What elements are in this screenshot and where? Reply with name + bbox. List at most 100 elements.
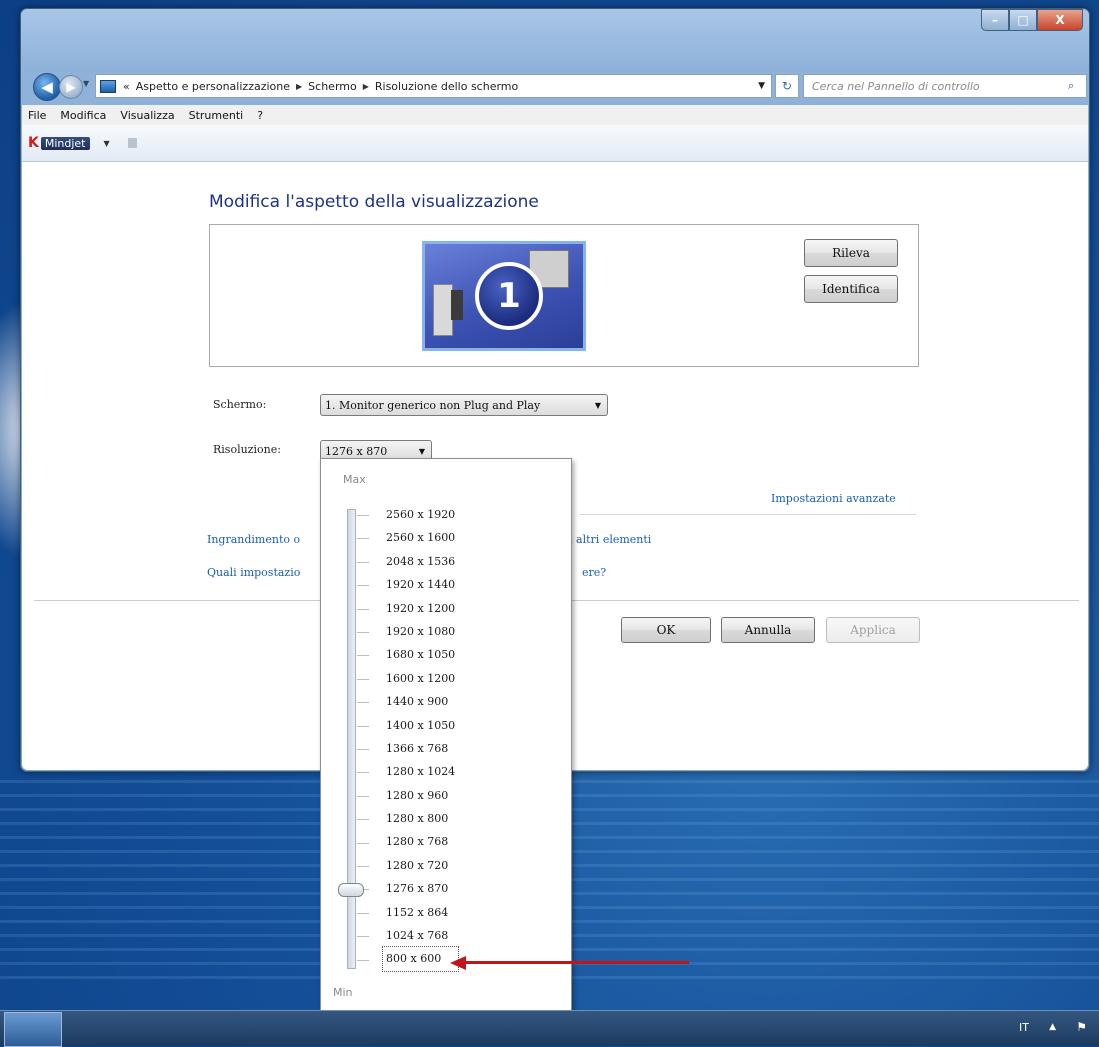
action-center-flag-icon[interactable]: ⚑ (1076, 1020, 1087, 1034)
toolbar-dropdown-icon[interactable]: ▼ (104, 139, 110, 148)
advanced-settings-link[interactable]: Impostazioni avanzate (771, 492, 896, 505)
enlarge-text-link-end[interactable]: di altri elementi (562, 533, 651, 546)
breadcrumb-resolution[interactable]: Risoluzione dello schermo (375, 80, 518, 93)
resolution-option[interactable]: 1680 x 1050 (383, 643, 458, 666)
resolution-option[interactable]: 2560 x 1920 (383, 503, 458, 526)
monitor-1-tile[interactable]: 1 (422, 241, 586, 351)
resolution-option[interactable]: 1600 x 1200 (383, 667, 458, 690)
resolution-dropdown: Max 2560 x 1920 2560 x 1600 2048 x 1536 192… (320, 458, 572, 1012)
breadcrumb-appearance[interactable]: Aspetto e personalizzazione (136, 80, 290, 93)
mini-window-icon (433, 284, 453, 336)
resolution-option[interactable]: 1920 x 1080 (383, 620, 458, 643)
annotation-arrow-icon (450, 956, 466, 970)
resolution-option[interactable]: 1920 x 1200 (383, 597, 458, 620)
max-label: Max (343, 473, 366, 486)
slider-tick (357, 538, 369, 540)
breadcrumb-separator-icon[interactable]: ▶ (296, 82, 302, 91)
chevron-down-icon: ▼ (594, 400, 601, 410)
resolution-option[interactable]: 1440 x 900 (383, 690, 458, 713)
taskbar: IT ▲ ⚑ (0, 1010, 1099, 1047)
resolution-option[interactable]: 1024 x 768 (383, 924, 458, 947)
slider-tick (357, 912, 369, 914)
address-overflow[interactable]: « (123, 80, 130, 93)
menu-visualizza[interactable]: Visualizza (120, 109, 174, 122)
search-input[interactable] (804, 78, 1068, 94)
screen-select-value: 1. Monitor generico non Plug and Play (325, 398, 541, 412)
display-preview: 1 Rileva Identifica (209, 224, 919, 367)
forward-button[interactable]: ▶ (59, 75, 83, 99)
which-settings-link[interactable]: Quali impostazio (207, 566, 300, 579)
divider (580, 514, 916, 515)
resolution-option[interactable]: 1280 x 1024 (383, 760, 458, 783)
search-icon[interactable]: ⌕ (1068, 79, 1086, 93)
show-hidden-icons-icon[interactable]: ▲ (1049, 1022, 1056, 1032)
start-button[interactable] (4, 1012, 62, 1047)
slider-tick (357, 842, 369, 844)
slider-tick (357, 959, 369, 961)
menu-file[interactable]: File (28, 109, 46, 122)
mindjet-logo-mark[interactable]: K (28, 135, 39, 151)
refresh-icon[interactable]: ↻ (775, 74, 799, 98)
address-dropdown-icon[interactable]: ▼ (752, 81, 771, 91)
min-label: Min (333, 986, 353, 999)
resolution-option[interactable]: 2048 x 1536 (383, 550, 458, 573)
detect-button[interactable]: Rileva (804, 239, 898, 267)
page-title: Modifica l'aspetto della visualizzazione (209, 192, 539, 212)
toolbar-icon[interactable] (127, 138, 137, 148)
address-bar[interactable]: « Aspetto e personalizzazione ▶ Schermo … (95, 74, 772, 98)
slider-tick (357, 678, 369, 680)
resolution-option[interactable]: 1280 x 768 (383, 830, 458, 853)
slider-tick (357, 632, 369, 633)
slider-tick (357, 866, 369, 867)
slider-tick (357, 608, 369, 610)
language-indicator[interactable]: IT (1019, 1021, 1029, 1034)
resolution-select-value: 1276 x 870 (325, 444, 388, 458)
resolution-option[interactable]: 1280 x 960 (383, 784, 458, 807)
history-dropdown-icon[interactable]: ▼ (83, 79, 89, 88)
resolution-option[interactable]: 1280 x 800 (383, 807, 458, 830)
resolution-option[interactable]: 1366 x 768 (383, 737, 458, 760)
breadcrumb-display[interactable]: Schermo (308, 80, 357, 93)
resolution-slider-track[interactable] (347, 509, 356, 969)
resolution-option[interactable]: 2560 x 1600 (383, 526, 458, 549)
slider-tick (357, 702, 369, 704)
resolution-label: Risoluzione: (213, 443, 281, 456)
slider-tick (357, 936, 369, 938)
screen-select[interactable]: 1. Monitor generico non Plug and Play ▼ (320, 394, 608, 416)
resolution-option[interactable]: 1400 x 1050 (383, 714, 458, 737)
annotation-arrow-line (463, 961, 689, 964)
chevron-down-icon: ▼ (418, 446, 425, 456)
resolution-option[interactable]: 800 x 600 (381, 946, 460, 972)
resolution-list: 2560 x 1920 2560 x 1600 2048 x 1536 1920 x … (381, 503, 460, 972)
slider-tick (357, 749, 369, 750)
back-button[interactable]: ◀ (33, 73, 61, 101)
screen-label: Schermo: (213, 398, 267, 411)
resolution-option[interactable]: 1276 x 870 (383, 877, 458, 900)
apply-button[interactable]: Applica (826, 617, 920, 643)
maximize-button[interactable]: □ (1009, 9, 1037, 31)
resolution-option[interactable]: 1920 x 1440 (383, 573, 458, 596)
minimize-button[interactable]: – (981, 9, 1009, 31)
toolbar: K Mindjet ▼ (22, 125, 1088, 162)
enlarge-text-link[interactable]: Ingrandimento o (207, 533, 300, 546)
cancel-button[interactable]: Annulla (721, 617, 815, 643)
ok-button[interactable]: OK (621, 617, 711, 643)
resolution-slider-thumb[interactable] (338, 883, 364, 898)
slider-tick (357, 655, 369, 657)
menu-help[interactable]: ? (257, 109, 263, 122)
slider-tick (357, 515, 369, 516)
resolution-option[interactable]: 1152 x 864 (383, 901, 458, 924)
mindjet-logo[interactable]: Mindjet (40, 136, 90, 150)
close-button[interactable]: X (1037, 9, 1083, 31)
menu-modifica[interactable]: Modifica (60, 109, 106, 122)
slider-tick (357, 795, 369, 797)
which-settings-link-end[interactable]: ere? (582, 566, 606, 579)
window-controls: – □ X (981, 9, 1083, 31)
identify-button[interactable]: Identifica (804, 275, 898, 303)
menu-strumenti[interactable]: Strumenti (189, 109, 244, 122)
slider-tick (357, 819, 369, 821)
control-panel-icon (100, 79, 116, 93)
resolution-option[interactable]: 1280 x 720 (383, 854, 458, 877)
monitor-number: 1 (475, 262, 543, 330)
breadcrumb-separator-icon[interactable]: ▶ (363, 82, 369, 91)
